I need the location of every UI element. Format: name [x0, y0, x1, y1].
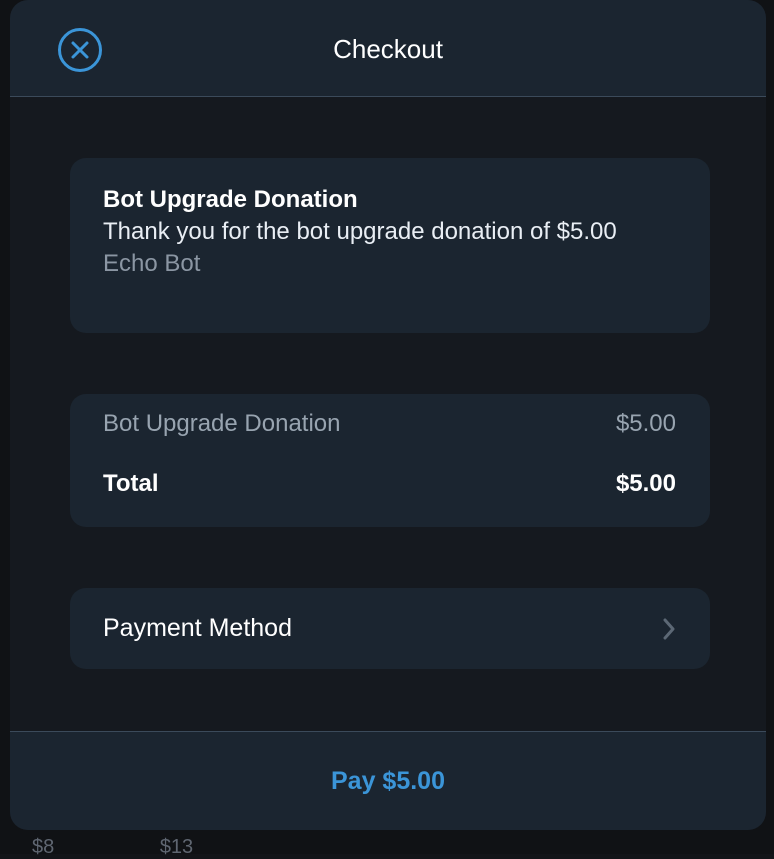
invoice-card: Bot Upgrade Donation Thank you for the b… [70, 158, 710, 333]
payment-method-row[interactable]: Payment Method [70, 588, 710, 669]
checkout-sheet: Checkout Bot Upgrade Donation Thank you … [10, 0, 766, 830]
line-item-row: Bot Upgrade Donation $5.00 [103, 410, 676, 438]
bot-name: Echo Bot [103, 250, 201, 277]
price-summary-card: Bot Upgrade Donation $5.00 Total $5.00 [70, 394, 710, 527]
total-price: $5.00 [615, 470, 676, 497]
line-item-label: Bot Upgrade Donation [103, 410, 341, 437]
chevron-right-icon [663, 618, 675, 639]
background-price: $8 [32, 836, 55, 858]
background-price: $13 [159, 836, 194, 858]
total-row: Total $5.00 [103, 470, 676, 498]
page-title: Checkout [333, 34, 443, 64]
checkout-header: Checkout [10, 0, 766, 97]
invoice-title: Bot Upgrade Donation [103, 186, 358, 213]
checkout-footer: Pay $5.00 [10, 731, 766, 830]
background-prices: $8 $13 [32, 836, 293, 859]
total-label: Total [103, 470, 159, 497]
line-item-price: $5.00 [615, 410, 676, 437]
payment-method-label: Payment Method [103, 614, 292, 642]
invoice-description: Thank you for the bot upgrade donation o… [103, 218, 617, 245]
pay-button[interactable]: Pay $5.00 [291, 757, 485, 806]
